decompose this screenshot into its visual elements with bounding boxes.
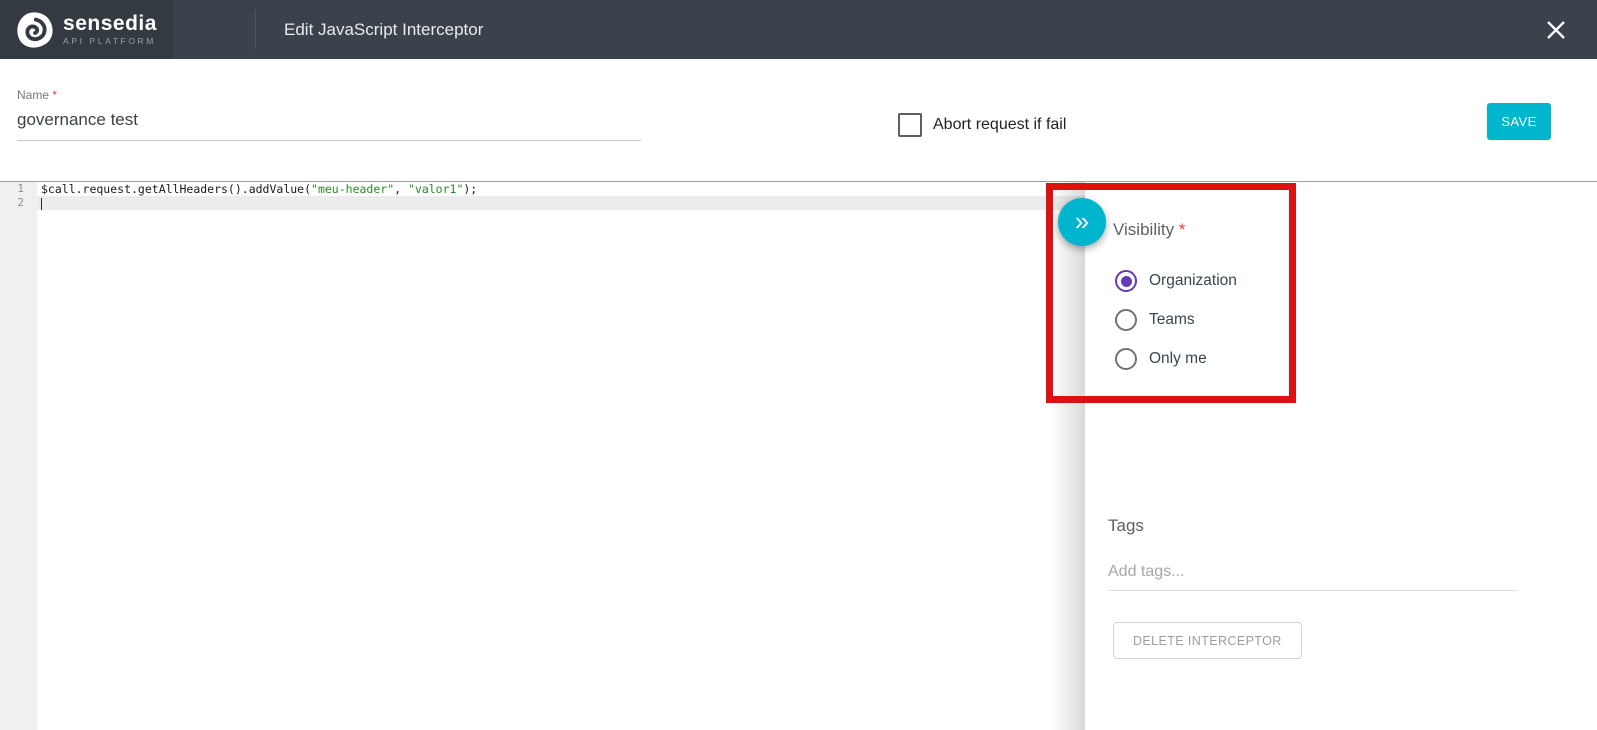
line-number: 2 [0,196,37,210]
code-text: $call.request.getAllHeaders().addValue("… [37,182,1085,196]
visibility-label: Visibility * [1113,220,1185,240]
settings-side-panel: Visibility * Organization Teams Only me … [1085,182,1597,730]
brand-text: sensedia API PLATFORM [63,13,157,46]
tags-input[interactable] [1108,553,1517,591]
radio-only-me[interactable]: Only me [1115,348,1207,370]
radio-label: Only me [1149,350,1207,368]
collapse-panel-button[interactable]: » [1058,198,1106,246]
brand-logo-block: sensedia API PLATFORM [0,0,173,59]
panel-edge-shadow [1051,182,1085,730]
radio-teams[interactable]: Teams [1115,309,1195,331]
header-bar: sensedia API PLATFORM Edit JavaScript In… [0,0,1597,59]
radio-circle [1115,309,1137,331]
tags-label: Tags [1108,516,1144,536]
sensedia-logo-icon [16,11,54,49]
line-number: 1 [0,182,37,196]
delete-interceptor-button[interactable]: DELETE INTERCEPTOR [1113,622,1302,659]
radio-organization[interactable]: Organization [1115,270,1237,292]
code-editor[interactable]: 1 $call.request.getAllHeaders().addValue… [0,182,1085,730]
radio-circle [1115,348,1137,370]
name-input[interactable] [17,104,641,141]
content-area: 1 $call.request.getAllHeaders().addValue… [0,181,1597,730]
abort-request-checkbox[interactable] [898,113,922,137]
double-chevron-right-icon: » [1058,198,1106,244]
abort-request-label: Abort request if fail [933,116,1066,134]
header-divider [255,10,256,50]
code-line-1[interactable]: 1 $call.request.getAllHeaders().addValue… [0,182,1085,196]
radio-label: Teams [1149,311,1195,329]
code-text [37,196,1085,210]
radio-circle [1115,270,1137,292]
editor-gutter [0,182,37,730]
brand-tagline: API PLATFORM [63,37,157,46]
save-button[interactable]: SAVE [1487,103,1551,140]
required-asterisk: * [52,88,57,102]
name-field-group: Name * [17,88,641,141]
close-button[interactable] [1543,17,1569,43]
brand-name: sensedia [63,13,157,34]
name-label: Name * [17,88,641,102]
abort-request-group: Abort request if fail [898,113,1066,137]
radio-label: Organization [1149,272,1237,290]
close-icon [1544,18,1568,42]
required-asterisk: * [1179,220,1186,239]
text-cursor [41,198,42,210]
page-title: Edit JavaScript Interceptor [284,20,483,40]
edit-javascript-interceptor-dialog: sensedia API PLATFORM Edit JavaScript In… [0,0,1597,730]
code-line-2[interactable]: 2 [0,196,1085,210]
